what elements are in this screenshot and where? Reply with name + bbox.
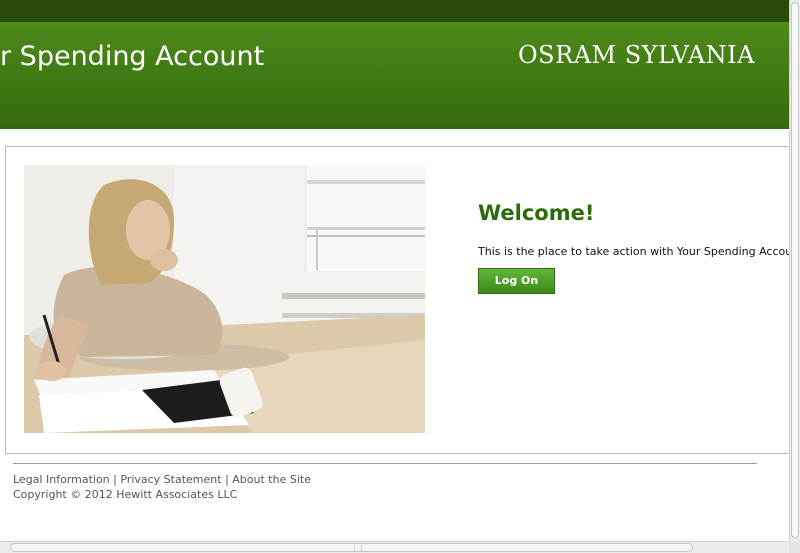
- scroll-grip-icon: ⋮⋮: [351, 544, 365, 552]
- scrollbar-corner: [789, 541, 800, 553]
- horizontal-scrollbar-thumb[interactable]: ⋮⋮: [10, 543, 693, 552]
- copyright-text: Copyright © 2012 Hewitt Associates LLC: [13, 488, 238, 501]
- about-the-site-link[interactable]: About the Site: [232, 473, 311, 486]
- brand-logo-text: OSRAM SYLVANIA: [518, 41, 755, 69]
- content-panel: Welcome! This is the place to take actio…: [5, 146, 790, 454]
- footer-links: Legal Information | Privacy Statement | …: [13, 473, 311, 486]
- log-on-button[interactable]: Log On: [478, 268, 555, 294]
- vertical-scrollbar[interactable]: [789, 0, 800, 541]
- page-title: r Spending Account: [0, 41, 265, 72]
- site-header: r Spending Account OSRAM SYLVANIA: [0, 22, 789, 129]
- hero-image: [24, 165, 425, 433]
- woman-with-calculator-photo: [24, 165, 425, 433]
- privacy-statement-link[interactable]: Privacy Statement: [120, 473, 221, 486]
- legal-information-link[interactable]: Legal Information: [13, 473, 110, 486]
- intro-text: This is the place to take action with Yo…: [478, 245, 790, 258]
- link-separator: |: [221, 473, 233, 486]
- vertical-scrollbar-thumb[interactable]: [791, 2, 799, 538]
- link-separator: |: [109, 473, 121, 486]
- footer-divider: [13, 463, 757, 464]
- horizontal-scrollbar[interactable]: ⋮⋮: [0, 541, 789, 553]
- top-bar: [0, 0, 789, 22]
- welcome-heading: Welcome!: [478, 201, 595, 225]
